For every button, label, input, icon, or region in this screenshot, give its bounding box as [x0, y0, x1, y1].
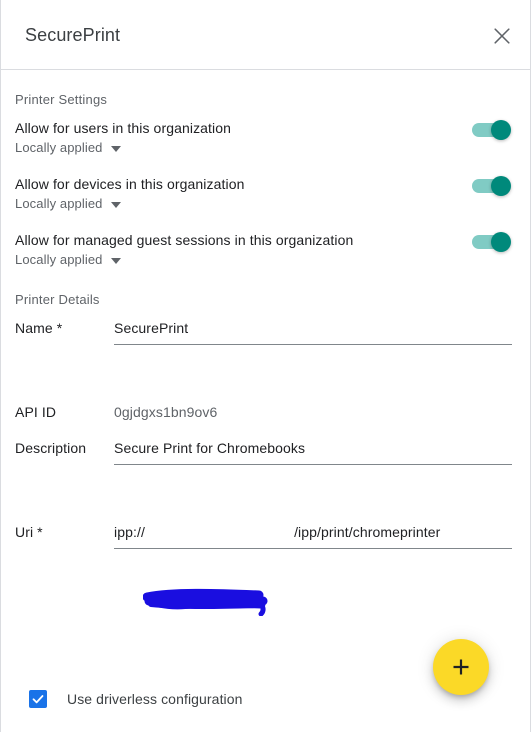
- printer-details-heading: Printer Details: [15, 292, 100, 307]
- scope-dropdown-guest-sessions[interactable]: Locally applied: [15, 252, 121, 268]
- add-button[interactable]: [433, 639, 489, 695]
- name-underline: [114, 344, 512, 345]
- uri-label: Uri *: [15, 524, 43, 540]
- printer-settings-heading: Printer Settings: [15, 92, 108, 107]
- driverless-config-label: Use driverless configuration: [67, 691, 243, 707]
- uri-suffix: /ipp/print/chromeprinter: [294, 524, 441, 540]
- toggle-knob: [491, 232, 511, 252]
- page-title: SecurePrint: [25, 25, 121, 45]
- dialog-body: Printer Settings Allow for users in this…: [1, 70, 530, 731]
- name-label: Name *: [15, 320, 63, 336]
- redaction-scribble: [142, 588, 269, 617]
- setting-label-users: Allow for users in this organization: [15, 120, 232, 136]
- description-underline: [114, 464, 512, 465]
- close-icon: [492, 26, 512, 46]
- chevron-down-icon: [110, 146, 121, 152]
- toggle-users[interactable]: [471, 120, 511, 140]
- secureprint-dialog: SecurePrint Printer Settings Allow for u…: [0, 0, 531, 732]
- close-button[interactable]: [484, 18, 520, 54]
- scope-label-guest-sessions: Locally applied: [15, 252, 103, 267]
- toggle-guest-sessions[interactable]: [471, 232, 511, 252]
- uri-input[interactable]: ipp://xxxxxxxxxxxxxxxxxxxxx/ipp/print/ch…: [114, 523, 512, 541]
- toggle-devices[interactable]: [471, 176, 511, 196]
- uri-prefix: ipp://: [114, 524, 145, 540]
- description-input[interactable]: Secure Print for Chromebooks: [114, 439, 512, 457]
- uri-underline: [114, 548, 512, 549]
- api-id-label: API ID: [15, 404, 57, 420]
- toggle-knob: [491, 176, 511, 196]
- scope-label-users: Locally applied: [15, 140, 103, 155]
- name-input[interactable]: SecurePrint: [114, 319, 512, 337]
- plus-icon: [449, 655, 473, 679]
- check-icon: [32, 695, 44, 704]
- scope-label-devices: Locally applied: [15, 196, 103, 211]
- chevron-down-icon: [110, 258, 121, 264]
- setting-label-devices: Allow for devices in this organization: [15, 176, 245, 192]
- dialog-header: SecurePrint: [1, 0, 530, 70]
- scope-dropdown-devices[interactable]: Locally applied: [15, 196, 121, 212]
- scope-dropdown-users[interactable]: Locally applied: [15, 140, 121, 156]
- chevron-down-icon: [110, 202, 121, 208]
- toggle-knob: [491, 120, 511, 140]
- description-label: Description: [15, 440, 87, 456]
- api-id-value: 0gjdgxs1bn9ov6: [114, 404, 218, 420]
- driverless-config-checkbox[interactable]: [29, 690, 47, 708]
- setting-label-guest-sessions: Allow for managed guest sessions in this…: [15, 232, 354, 248]
